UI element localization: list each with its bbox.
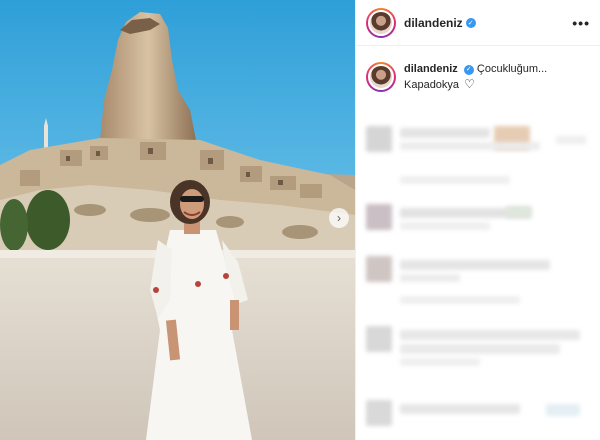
more-options-icon[interactable]: ••• — [572, 15, 590, 31]
avatar[interactable] — [366, 7, 396, 38]
caption: dilandeniz ✓ Çocukluğum... Kapadokya ♡ — [356, 46, 600, 93]
caption-line1: Çocukluğum... — [476, 63, 548, 75]
heart-outline-icon: ♡ — [464, 77, 475, 91]
verified-badge-icon: ✓ — [463, 64, 474, 75]
photo-scene — [0, 0, 355, 440]
post-header: dilandeniz ✓ ••• — [356, 0, 600, 46]
caption-line2: Kapadokya — [404, 79, 460, 91]
verified-badge-icon: ✓ — [465, 17, 476, 28]
caption-username[interactable]: dilandeniz — [404, 63, 458, 75]
caption-text: dilandeniz ✓ Çocukluğum... Kapadokya ♡ — [404, 62, 590, 93]
caption-avatar[interactable] — [366, 62, 396, 92]
username-link[interactable]: dilandeniz — [404, 16, 463, 30]
chevron-right-icon[interactable]: › — [329, 208, 349, 228]
post-side-panel: dilandeniz ✓ ••• dilandeniz ✓ Çocukluğum… — [355, 0, 600, 440]
blurred-comments — [356, 118, 600, 440]
post-photo[interactable]: › — [0, 0, 355, 440]
